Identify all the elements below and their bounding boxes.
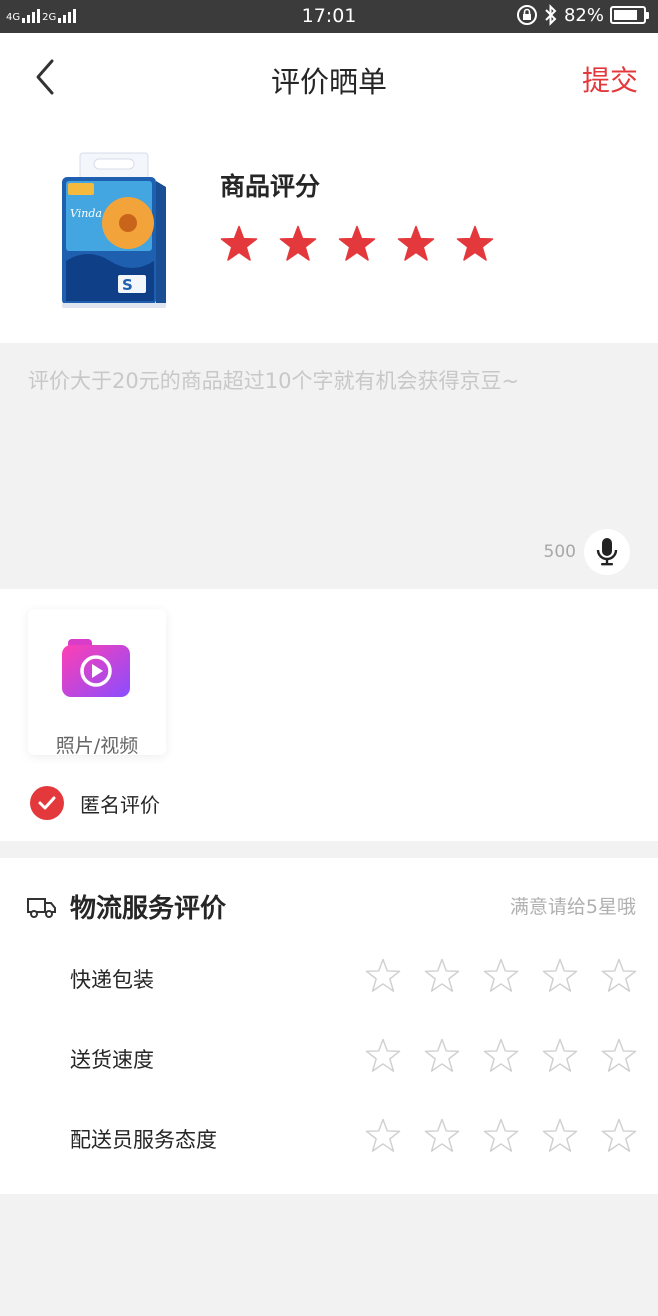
anonymous-toggle[interactable]: 匿名评价 (30, 786, 160, 820)
voice-input-button[interactable] (584, 529, 630, 575)
rating-row-speed: 送货速度 (0, 1034, 658, 1084)
star-outline-icon[interactable] (601, 1118, 637, 1154)
star-outline-icon[interactable] (483, 958, 519, 994)
star-outline-icon[interactable] (483, 1038, 519, 1074)
star-outline-icon[interactable] (365, 958, 401, 994)
star-filled-icon[interactable] (397, 225, 435, 263)
char-limit: 500 (543, 542, 576, 562)
svg-text:S: S (122, 276, 133, 294)
rating-row-courier: 配送员服务态度 (0, 1114, 658, 1164)
rating-row-packaging: 快递包装 (0, 954, 658, 1004)
upload-label: 照片/视频 (55, 735, 139, 757)
camera-icon (62, 639, 130, 697)
rating-row-label: 送货速度 (70, 1048, 154, 1072)
star-outline-icon[interactable] (365, 1038, 401, 1074)
logistics-title: 物流服务评价 (70, 894, 227, 924)
page-title: 评价晒单 (270, 65, 387, 99)
star-outline-icon[interactable] (542, 1118, 578, 1154)
review-textarea[interactable]: 评价大于20元的商品超过10个字就有机会获得京豆~ 500 (0, 343, 658, 589)
star-outline-icon[interactable] (601, 1038, 637, 1074)
svg-text:Vinda: Vinda (70, 207, 102, 220)
bluetooth-icon (545, 4, 557, 26)
product-image: Vinda S (62, 152, 166, 308)
speed-star-rating[interactable] (365, 1038, 637, 1074)
logistics-rating-section: 物流服务评价 满意请给5星哦 快递包装 送货速度 配送员服务态度 (0, 858, 658, 1194)
star-outline-icon[interactable] (483, 1118, 519, 1154)
nav-bar: 评价晒单 提交 (0, 33, 658, 123)
microphone-icon (596, 538, 618, 566)
star-outline-icon[interactable] (542, 958, 578, 994)
star-outline-icon[interactable] (424, 1118, 460, 1154)
checkbox-checked-icon[interactable] (30, 786, 64, 820)
battery-percent: 82% (563, 4, 604, 26)
submit-button[interactable]: 提交 (582, 59, 638, 99)
star-outline-icon[interactable] (424, 958, 460, 994)
star-filled-icon[interactable] (279, 225, 317, 263)
anonymous-label: 匿名评价 (80, 792, 160, 817)
star-filled-icon[interactable] (456, 225, 494, 263)
rating-row-label: 快递包装 (70, 968, 154, 992)
packaging-star-rating[interactable] (365, 958, 637, 994)
upload-photo-video-button[interactable]: 照片/视频 (28, 609, 166, 757)
product-star-rating[interactable] (220, 225, 494, 263)
status-right: 82% (516, 4, 649, 26)
star-outline-icon[interactable] (601, 958, 637, 994)
star-outline-icon[interactable] (365, 1118, 401, 1154)
product-rating-section: Vinda S 商品评分 (0, 123, 658, 343)
logistics-hint: 满意请给5星哦 (509, 896, 636, 918)
truck-icon (27, 898, 56, 918)
status-bar: 4G 2G 17:01 82% (0, 0, 658, 33)
battery-icon (610, 6, 649, 24)
star-outline-icon[interactable] (424, 1038, 460, 1074)
review-placeholder: 评价大于20元的商品超过10个字就有机会获得京豆~ (28, 369, 520, 393)
star-filled-icon[interactable] (220, 225, 258, 263)
star-filled-icon[interactable] (338, 225, 376, 263)
star-outline-icon[interactable] (542, 1038, 578, 1074)
product-rating-title: 商品评分 (220, 172, 321, 201)
media-section: 照片/视频 匿名评价 (0, 589, 658, 841)
rating-row-label: 配送员服务态度 (70, 1128, 217, 1152)
courier-star-rating[interactable] (365, 1118, 637, 1154)
rotation-lock-icon (516, 5, 537, 25)
